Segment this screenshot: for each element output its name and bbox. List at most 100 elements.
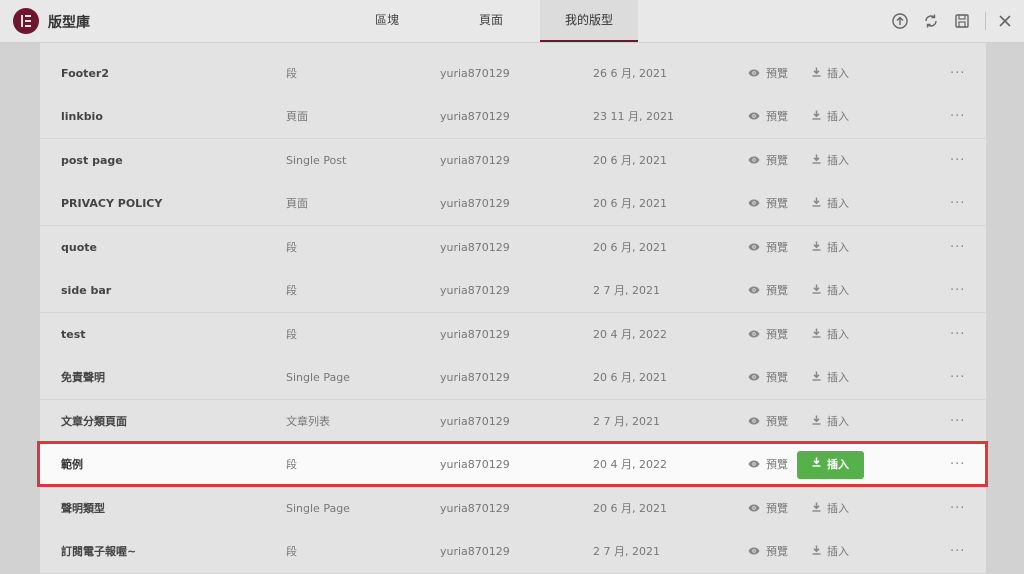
- more-options-button[interactable]: ···: [950, 226, 965, 269]
- template-name: post page: [61, 154, 123, 167]
- close-icon[interactable]: [996, 12, 1014, 30]
- eye-icon: [748, 269, 760, 312]
- more-options-button[interactable]: ···: [950, 139, 965, 182]
- preview-label: 預覽: [766, 110, 788, 123]
- template-row[interactable]: linkbio 頁面 yuria870129 23 11 月, 2021 預覽 插入 ···: [40, 95, 986, 139]
- template-type: Single Page: [286, 371, 350, 384]
- insert-label: 插入: [827, 284, 849, 297]
- template-date: 2 7 月, 2021: [593, 545, 660, 558]
- preview-button[interactable]: 預覽: [748, 226, 788, 269]
- header-divider: [985, 12, 986, 30]
- insert-button[interactable]: 插入: [812, 226, 849, 269]
- sync-icon[interactable]: [922, 12, 940, 30]
- more-options-button[interactable]: ···: [950, 269, 965, 312]
- template-date: 20 4 月, 2022: [593, 328, 667, 341]
- template-type: Single Page: [286, 502, 350, 515]
- more-options-button[interactable]: ···: [950, 400, 965, 443]
- template-name: side bar: [61, 284, 112, 297]
- eye-icon: [748, 95, 760, 138]
- insert-button[interactable]: 插入: [812, 269, 849, 312]
- template-name: quote: [61, 241, 97, 254]
- template-author: yuria870129: [440, 154, 510, 167]
- tab-pages[interactable]: 頁面: [436, 0, 546, 42]
- template-row[interactable]: test 段 yuria870129 20 4 月, 2022 預覽 插入 ···: [40, 313, 986, 357]
- template-name: 訂閱電子報喔~: [61, 545, 137, 558]
- template-name: Footer2: [61, 67, 109, 80]
- library-header: 版型庫 區塊 頁面 我的版型: [0, 0, 1024, 43]
- template-date: 20 6 月, 2021: [593, 241, 667, 254]
- insert-button[interactable]: 插入: [812, 400, 849, 443]
- preview-button[interactable]: 預覽: [748, 400, 788, 443]
- template-row[interactable]: 聲明類型 Single Page yuria870129 20 6 月, 2021 預覽…: [40, 487, 986, 531]
- more-options-button[interactable]: ···: [950, 356, 965, 399]
- preview-button[interactable]: 預覽: [748, 52, 788, 95]
- preview-button[interactable]: 預覽: [748, 95, 788, 138]
- preview-label: 預覽: [766, 328, 788, 341]
- preview-button[interactable]: 預覽: [748, 356, 788, 399]
- insert-button[interactable]: 插入: [797, 451, 864, 479]
- template-date: 20 6 月, 2021: [593, 502, 667, 515]
- eye-icon: [748, 530, 760, 573]
- insert-label: 插入: [827, 371, 849, 384]
- template-type: 頁面: [286, 197, 308, 210]
- preview-button[interactable]: 預覽: [748, 139, 788, 182]
- template-author: yuria870129: [440, 458, 510, 471]
- template-type: 段: [286, 284, 297, 297]
- preview-label: 預覽: [766, 371, 788, 384]
- template-row[interactable]: post page Single Post yuria870129 20 6 月, 2…: [40, 139, 986, 183]
- eye-icon: [748, 400, 760, 443]
- template-name: 聲明類型: [61, 502, 105, 515]
- insert-button[interactable]: 插入: [812, 52, 849, 95]
- download-icon: [812, 226, 821, 269]
- more-options-button[interactable]: ···: [950, 52, 965, 95]
- template-author: yuria870129: [440, 545, 510, 558]
- preview-button[interactable]: 預覽: [748, 530, 788, 573]
- more-options-button[interactable]: ···: [950, 182, 965, 225]
- more-options-button[interactable]: ···: [950, 530, 965, 573]
- preview-button[interactable]: 預覽: [748, 443, 788, 486]
- template-row[interactable]: 免責聲明 Single Page yuria870129 20 6 月, 2021 預覽…: [40, 356, 986, 400]
- preview-button[interactable]: 預覽: [748, 313, 788, 356]
- template-author: yuria870129: [440, 110, 510, 123]
- template-author: yuria870129: [440, 241, 510, 254]
- eye-icon: [748, 182, 760, 225]
- template-row[interactable]: 範例 段 yuria870129 20 4 月, 2022 預覽 插入 ···: [40, 443, 986, 486]
- template-row[interactable]: 文章分類頁面 文章列表 yuria870129 2 7 月, 2021 預覽 插入 ···: [40, 400, 986, 444]
- template-name: 範例: [61, 458, 83, 471]
- more-options-button[interactable]: ···: [950, 95, 965, 138]
- insert-label: 插入: [827, 328, 849, 341]
- tab-my-templates[interactable]: 我的版型: [540, 0, 638, 42]
- tab-blocks[interactable]: 區塊: [332, 0, 442, 42]
- upload-icon[interactable]: [891, 12, 909, 30]
- save-icon[interactable]: [953, 12, 971, 30]
- template-row[interactable]: Footer2 段 yuria870129 26 6 月, 2021 預覽 插入 ···: [40, 52, 986, 96]
- more-options-button[interactable]: ···: [950, 487, 965, 530]
- template-row[interactable]: quote 段 yuria870129 20 6 月, 2021 預覽 插入 ···: [40, 226, 986, 270]
- template-row[interactable]: 訂閱電子報喔~ 段 yuria870129 2 7 月, 2021 預覽 插入 ···: [40, 530, 986, 574]
- preview-label: 預覽: [766, 154, 788, 167]
- insert-button[interactable]: 插入: [812, 182, 849, 225]
- insert-button[interactable]: 插入: [812, 356, 849, 399]
- template-type: 段: [286, 458, 297, 471]
- template-date: 20 6 月, 2021: [593, 197, 667, 210]
- insert-label: 插入: [827, 67, 849, 80]
- insert-button[interactable]: 插入: [812, 313, 849, 356]
- template-name: 免責聲明: [61, 371, 105, 384]
- template-name: 文章分類頁面: [61, 415, 127, 428]
- insert-label: 插入: [827, 458, 849, 471]
- template-author: yuria870129: [440, 67, 510, 80]
- insert-button[interactable]: 插入: [812, 487, 849, 530]
- preview-button[interactable]: 預覽: [748, 269, 788, 312]
- preview-button[interactable]: 預覽: [748, 182, 788, 225]
- insert-label: 插入: [827, 197, 849, 210]
- more-options-button[interactable]: ···: [950, 313, 965, 356]
- logo-icon: [13, 8, 39, 34]
- insert-button[interactable]: 插入: [812, 95, 849, 138]
- insert-button[interactable]: 插入: [812, 530, 849, 573]
- insert-button[interactable]: 插入: [812, 139, 849, 182]
- eye-icon: [748, 52, 760, 95]
- more-options-button[interactable]: ···: [950, 443, 965, 486]
- template-row[interactable]: side bar 段 yuria870129 2 7 月, 2021 預覽 插入 ···: [40, 269, 986, 313]
- template-row[interactable]: PRIVACY POLICY 頁面 yuria870129 20 6 月, 2021 預…: [40, 182, 986, 226]
- preview-button[interactable]: 預覽: [748, 487, 788, 530]
